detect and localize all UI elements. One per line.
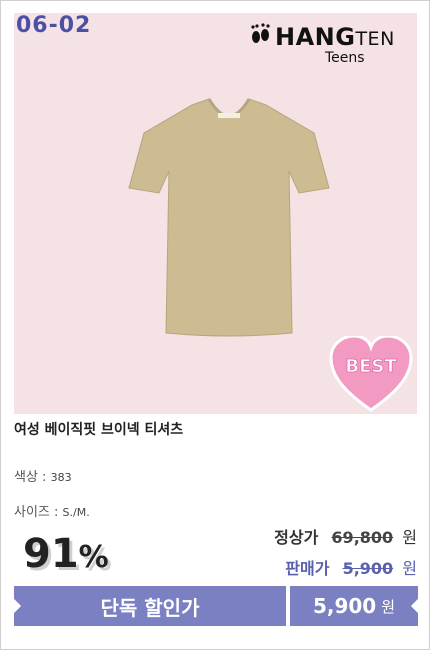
sale-price-amount: 5,900	[342, 559, 394, 578]
t-shirt-image	[128, 98, 330, 337]
brand-sub: Teens	[325, 50, 365, 66]
brand-name: HANGTEN	[275, 23, 395, 51]
footprints-icon	[251, 23, 270, 43]
brand-logo: HANGTEN Teens	[239, 19, 409, 67]
product-title[interactable]: 여성 베이직핏 브이넥 티셔츠	[14, 419, 183, 439]
discount-percent-sign: %	[78, 540, 109, 575]
regular-price-label: 정상가	[274, 528, 319, 547]
product-card[interactable]: 06-02 HANGTEN Teens BEST 여성 베이직핏 브이넥 티셔츠…	[0, 0, 430, 650]
spec-size: 사이즈 : S./M.	[14, 501, 90, 520]
discount-rate: 91%	[23, 531, 109, 577]
discount-number: 91	[23, 531, 79, 577]
spec-size-label: 사이즈 :	[14, 505, 59, 520]
exclusive-discount-bar[interactable]: 단독 할인가 5,900 원	[6, 586, 426, 626]
spec-size-value: S./M.	[62, 506, 90, 519]
sale-price-currency: 원	[402, 559, 417, 578]
spec-color-value: 383	[50, 471, 72, 484]
best-heart-badge: BEST	[329, 336, 413, 412]
spec-color: 색상 : 383	[14, 466, 72, 485]
sale-price: 판매가 5,900 원	[285, 555, 417, 579]
brand-name-tail: TEN	[355, 28, 395, 50]
regular-price-currency: 원	[402, 528, 417, 547]
sale-price-label: 판매가	[285, 559, 330, 578]
best-badge-text: BEST	[345, 356, 397, 377]
exclusive-discount-button[interactable]: 단독 할인가	[14, 586, 286, 626]
exclusive-price-currency: 원	[381, 597, 396, 616]
exclusive-price-amount: 5,900	[312, 594, 377, 618]
brand-name-main: HANG	[275, 23, 356, 51]
product-image-area[interactable]: 06-02 HANGTEN Teens BEST	[14, 13, 417, 414]
product-code: 06-02	[16, 13, 92, 38]
regular-price: 정상가 69,800 원	[274, 524, 417, 548]
spec-color-label: 색상 :	[14, 470, 47, 485]
exclusive-price-button[interactable]: 5,900 원	[290, 586, 418, 626]
exclusive-discount-label: 단독 할인가	[100, 595, 200, 620]
regular-price-amount: 69,800	[331, 528, 394, 547]
